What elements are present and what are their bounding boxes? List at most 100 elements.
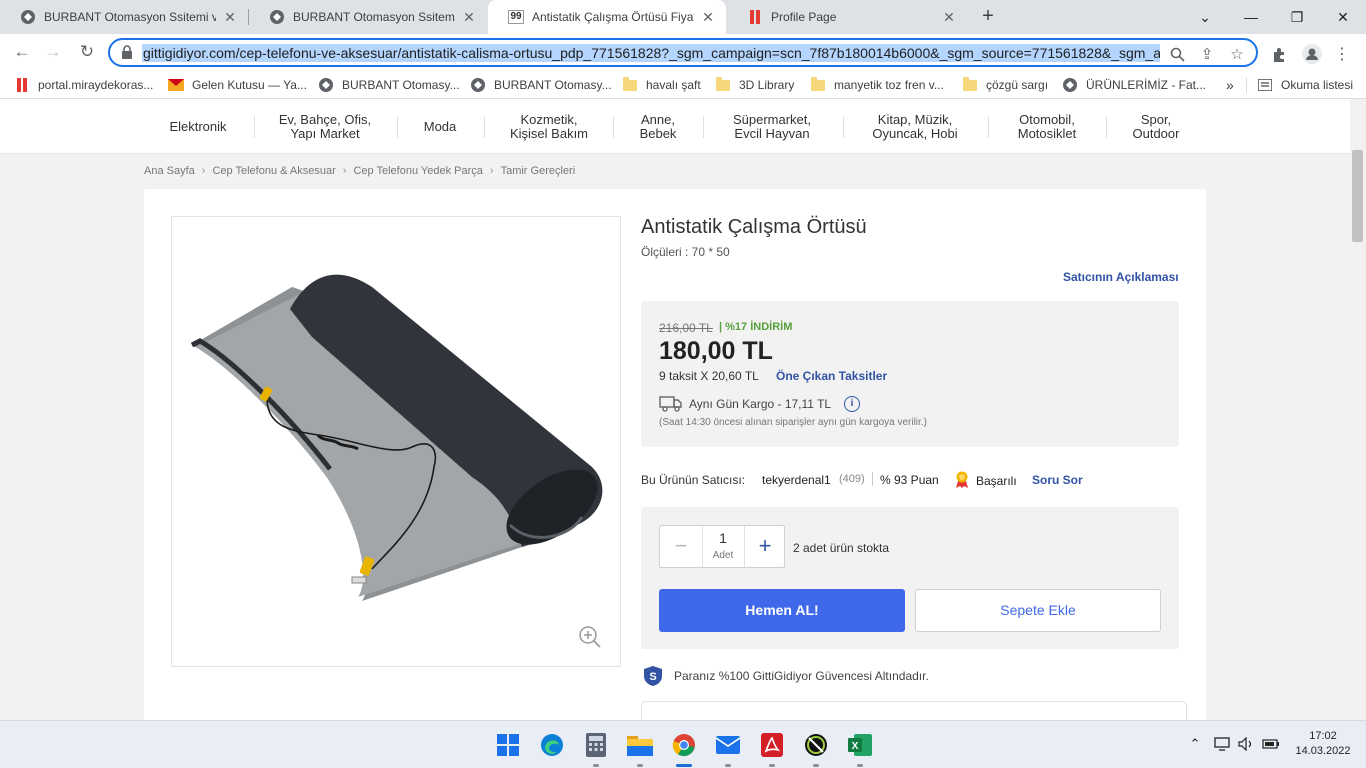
reading-list-button[interactable]: Okuma listesi xyxy=(1257,76,1353,94)
category-kitap-muzik[interactable]: Kitap, Müzik, Oyuncak, Hobi xyxy=(860,99,970,154)
bookmark-label: 3D Library xyxy=(739,78,795,92)
profile-avatar-icon[interactable] xyxy=(1301,43,1323,65)
tab-strip: BURBANT Otomasyon Ssitemi v1 ✕ BURBANT O… xyxy=(0,0,1366,34)
extensions-icon[interactable] xyxy=(1269,43,1291,65)
app-icon[interactable] xyxy=(802,731,830,759)
close-icon[interactable]: ✕ xyxy=(941,9,957,26)
ask-question-link[interactable]: Soru Sor xyxy=(1032,473,1083,487)
bookmark-burbant-1[interactable]: BURBANT Otomasy... xyxy=(318,76,460,94)
bookmark-urunlerimiz[interactable]: ÜRÜNLERİMİZ - Fat... xyxy=(1062,76,1206,94)
category-otomobil[interactable]: Otomobil, Motosiklet xyxy=(1004,99,1090,154)
acrobat-icon[interactable] xyxy=(758,731,786,759)
reading-list-icon xyxy=(1257,77,1273,93)
seller-status: Başarılı xyxy=(976,474,1017,488)
tab-burbant-1[interactable]: BURBANT Otomasyon Ssitemi v1 ✕ xyxy=(0,0,248,34)
bookmark-burbant-2[interactable]: BURBANT Otomasy... xyxy=(470,76,612,94)
zoom-in-icon[interactable] xyxy=(578,625,602,649)
category-supermarket[interactable]: Süpermarket, Evcil Hayvan xyxy=(718,99,826,154)
seller-description-link[interactable]: Satıcının Açıklaması xyxy=(1063,270,1179,284)
quantity-increase-button[interactable]: + xyxy=(744,526,786,567)
breadcrumb-separator: › xyxy=(201,165,206,177)
tab-profile-page[interactable]: Profile Page ✕ xyxy=(727,0,967,34)
reload-icon[interactable]: ↻ xyxy=(74,39,100,65)
restore-button[interactable]: ❐ xyxy=(1274,0,1320,34)
breadcrumb-item[interactable]: Tamir Gereçleri xyxy=(501,165,576,177)
category-moda[interactable]: Moda xyxy=(410,99,470,154)
seller-score: % 93 Puan xyxy=(880,473,939,487)
menu-icon[interactable]: ⋮ xyxy=(1331,43,1353,65)
tab-search-icon[interactable]: ⌄ xyxy=(1182,0,1228,34)
speaker-icon[interactable] xyxy=(1237,735,1255,753)
url-text[interactable]: gittigidiyor.com/cep-telefonu-ve-aksesua… xyxy=(142,44,1160,62)
installment-link[interactable]: Öne Çıkan Taksitler xyxy=(776,369,887,383)
breadcrumb-item[interactable]: Ana Sayfa xyxy=(144,165,195,177)
display-icon[interactable] xyxy=(1213,735,1231,753)
seller-name-link[interactable]: tekyerdenal1 xyxy=(762,473,831,487)
category-kozmetik[interactable]: Kozmetik, Kişisel Bakım xyxy=(498,99,600,154)
close-icon[interactable]: ✕ xyxy=(700,9,716,26)
quantity-value[interactable]: 1 xyxy=(702,530,744,546)
system-clock[interactable]: 17:02 14.03.2022 xyxy=(1290,729,1356,759)
installment-text: 9 taksit X 20,60 TL xyxy=(659,369,759,383)
chrome-icon[interactable] xyxy=(670,731,698,759)
file-explorer-icon[interactable] xyxy=(626,731,654,759)
clock-time: 17:02 xyxy=(1309,730,1337,742)
folder-icon xyxy=(962,76,978,93)
quantity-stepper[interactable]: − 1 Adet + xyxy=(659,525,785,568)
add-to-cart-button[interactable]: Sepete Ekle xyxy=(915,589,1161,632)
old-price: 216,00 TL xyxy=(659,321,713,335)
svg-text:X: X xyxy=(852,741,859,752)
medal-icon xyxy=(956,471,968,488)
close-icon[interactable]: ✕ xyxy=(461,9,477,26)
star-icon[interactable]: ☆ xyxy=(1228,45,1246,63)
globe-icon xyxy=(1062,77,1078,93)
red-bars-icon xyxy=(14,77,30,93)
start-icon[interactable] xyxy=(494,731,522,759)
category-ev-bahce[interactable]: Ev, Bahçe, Ofis, Yapı Market xyxy=(270,99,380,154)
tab-antistatik[interactable]: 99 Antistatik Çalışma Örtüsü Fiyatı v ✕ xyxy=(488,0,726,34)
close-icon[interactable]: ✕ xyxy=(222,9,238,26)
forward-icon[interactable]: → xyxy=(40,39,66,65)
calculator-icon[interactable] xyxy=(582,731,610,759)
share-icon[interactable]: ⇪ xyxy=(1198,45,1216,63)
battery-icon[interactable] xyxy=(1262,735,1280,753)
bookmark-portal[interactable]: portal.miraydekoras... xyxy=(14,76,153,94)
back-icon[interactable]: ← xyxy=(9,39,35,65)
bookmark-folder-3d-library[interactable]: 3D Library xyxy=(715,76,794,94)
bookmark-folder-havali-saft[interactable]: havalı şaft xyxy=(622,76,701,94)
tab-title: BURBANT Otomasyon Ssitemi v1 xyxy=(44,10,216,24)
product-subtitle: Ölçüleri : 70 * 50 xyxy=(641,245,730,259)
gittigidiyor-icon: 99 xyxy=(508,10,524,24)
svg-text:S: S xyxy=(649,671,656,683)
breadcrumb-item[interactable]: Cep Telefonu & Aksesuar xyxy=(212,165,335,177)
close-window-button[interactable]: ✕ xyxy=(1320,0,1366,34)
chevron-up-icon[interactable]: ⌃ xyxy=(1186,735,1204,753)
category-anne-bebek[interactable]: Anne, Bebek xyxy=(626,99,690,154)
address-bar[interactable]: gittigidiyor.com/cep-telefonu-ve-aksesua… xyxy=(108,38,1258,67)
bookmark-folder-manyetik[interactable]: manyetik toz fren v... xyxy=(810,76,944,94)
search-icon[interactable] xyxy=(1168,45,1186,63)
new-tab-button[interactable]: + xyxy=(976,5,1000,29)
breadcrumb-item[interactable]: Cep Telefonu Yedek Parça xyxy=(353,165,482,177)
bookmarks-bar: portal.miraydekoras... Gelen Kutusu — Ya… xyxy=(0,71,1366,99)
product-image[interactable] xyxy=(171,216,621,667)
excel-icon[interactable]: X xyxy=(846,731,874,759)
quantity-decrease-button[interactable]: − xyxy=(660,526,702,567)
more-bookmarks-button[interactable]: » xyxy=(1226,76,1234,94)
folder-icon xyxy=(810,76,826,93)
breadcrumb-separator: › xyxy=(342,165,347,177)
buy-now-button[interactable]: Hemen AL! xyxy=(659,589,905,632)
category-elektronik[interactable]: Elektronik xyxy=(160,99,236,154)
minimize-button[interactable]: — xyxy=(1228,0,1274,34)
bookmark-label: portal.miraydekoras... xyxy=(38,78,154,92)
mail-icon[interactable] xyxy=(714,731,742,759)
bookmark-label: havalı şaft xyxy=(646,78,701,92)
info-icon[interactable]: i xyxy=(844,396,860,412)
cargo-text: Aynı Gün Kargo - 17,11 TL xyxy=(689,397,832,411)
bookmark-folder-cozgu[interactable]: çözgü sargı xyxy=(962,76,1048,94)
category-spor[interactable]: Spor, Outdoor xyxy=(1122,99,1190,154)
scrollbar-thumb[interactable] xyxy=(1352,150,1363,242)
tab-burbant-2[interactable]: BURBANT Otomasyon Ssitemi v1 ✕ xyxy=(249,0,487,34)
bookmark-inbox[interactable]: Gelen Kutusu — Ya... xyxy=(168,76,307,94)
edge-icon[interactable] xyxy=(538,731,566,759)
